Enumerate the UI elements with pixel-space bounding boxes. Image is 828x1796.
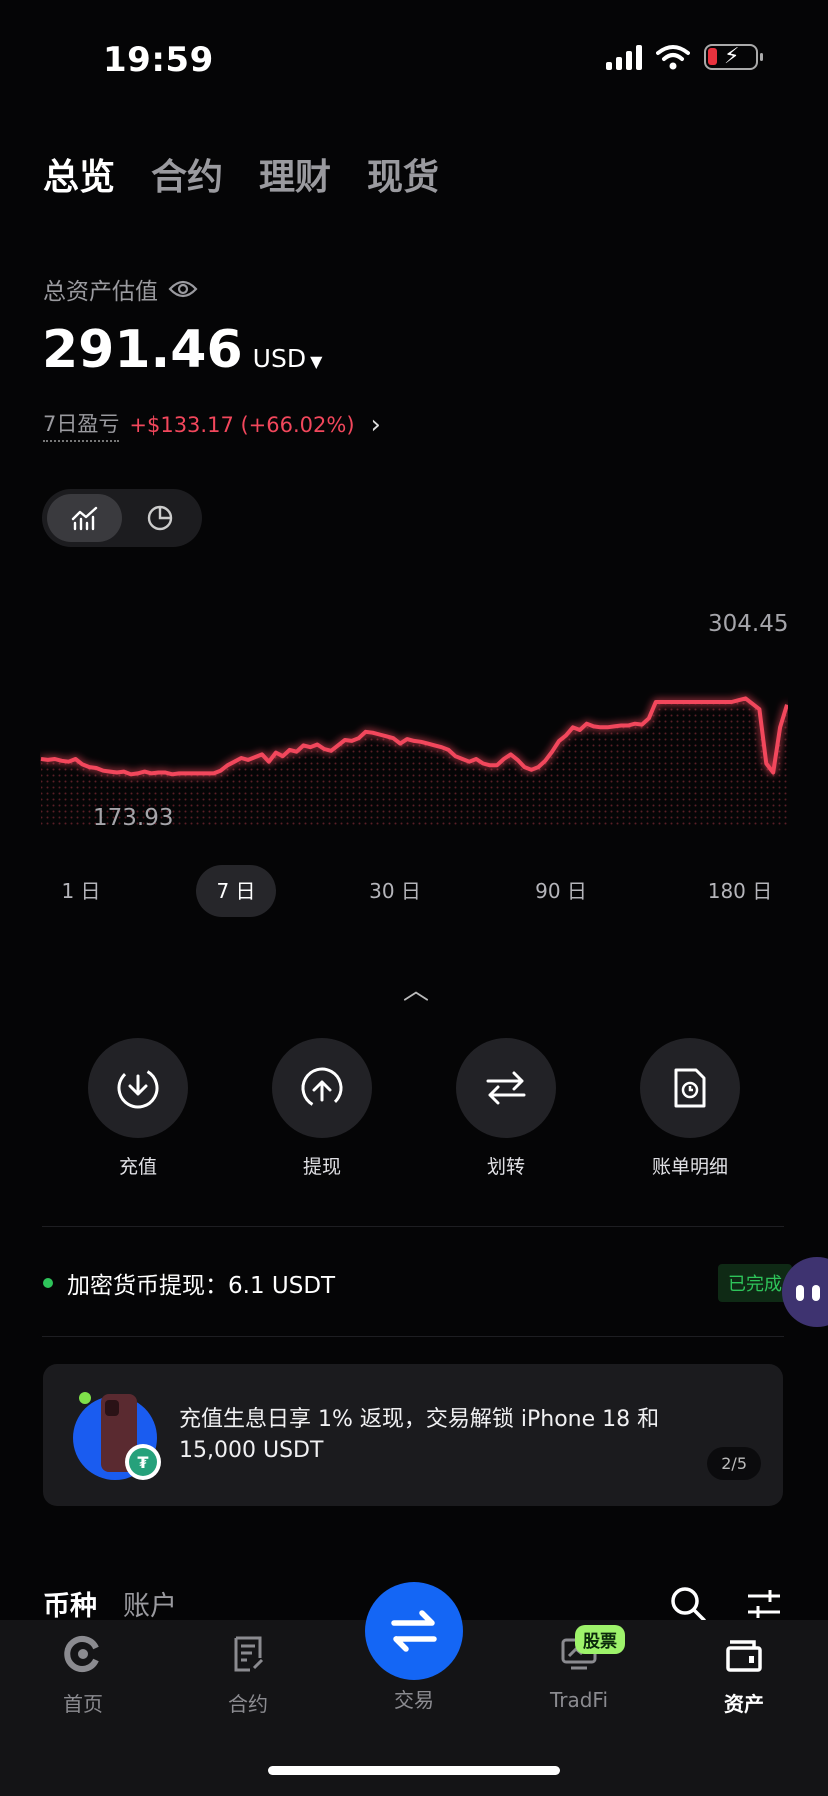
svg-text:₮: ₮ [137,1453,148,1472]
balance-value: 291.46 [42,320,243,380]
tab-coins[interactable]: 币种 [43,1584,97,1623]
withdraw-notice[interactable]: 加密货币提现：6.1 USDT [43,1266,335,1300]
tab-accounts[interactable]: 账户 [123,1584,177,1623]
bill-details-label: 账单明细 [651,1156,728,1178]
nav-home-label: 首页 [63,1692,103,1716]
collapse-chevron-icon[interactable]: ︿ [403,970,429,1007]
promo-banner[interactable]: ₮ 充值生息日享 1% 返现，交易解锁 iPhone 18 和 15,000 U… [43,1364,783,1506]
nav-assets-label: 资产 [724,1692,764,1716]
top-tabs: 总览 合约 理财 现货 [43,148,439,200]
deposit-button[interactable]: 充值 [63,1038,213,1179]
nav-tradfi-label: TradFi [549,1688,609,1712]
line-chart-toggle[interactable] [47,494,122,542]
asset-line-chart [40,696,789,825]
filter-icon[interactable] [746,1586,782,1622]
signal-icon [606,44,642,70]
caret-down-icon: ▼ [310,352,323,371]
transfer-icon [486,1071,526,1105]
notice-text: 加密货币提现：6.1 USDT [67,1273,336,1299]
nav-home[interactable]: 首页 [23,1634,143,1717]
period-7d[interactable]: 7 日 [196,865,276,917]
pnl-value: +$133.17 (+66.02%) [129,413,355,437]
period-selector: 1 日 7 日 30 日 90 日 180 日 [40,865,788,917]
search-icon[interactable] [668,1584,708,1624]
status-time: 19:59 [103,40,214,80]
total-estimate-label-row: 总资产估值 [43,272,198,306]
total-estimate-label: 总资产估值 [43,279,158,305]
promo-image: ₮ [73,1392,161,1480]
period-30d[interactable]: 30 日 [350,865,440,917]
pnl-row[interactable]: 7日盈亏 +$133.17 (+66.02%) › [43,408,381,442]
contract-icon [234,1636,264,1672]
pie-chart-toggle[interactable] [122,494,197,542]
period-180d[interactable]: 180 日 [690,865,790,917]
chart-min-label: 173.93 [93,805,174,831]
battery-icon: ⚡ [704,44,763,70]
currency-label: USD [252,344,307,373]
period-90d[interactable]: 90 日 [516,865,606,917]
trade-button[interactable] [365,1582,463,1680]
bill-icon [674,1068,706,1108]
withdraw-icon [301,1067,343,1109]
eye-icon[interactable] [168,278,198,300]
status-badge: 已完成 [718,1264,792,1302]
home-indicator [268,1766,560,1775]
nav-assets[interactable]: 资产 [684,1634,804,1717]
transfer-label: 划转 [486,1156,525,1178]
pnl-label: 7日盈亏 [43,408,120,442]
pie-chart-icon [147,505,172,531]
tab-spot[interactable]: 现货 [367,148,439,200]
deposit-label: 充值 [118,1156,157,1178]
promo-page-indicator: 2/5 [707,1447,761,1480]
wallet-icon [726,1640,762,1672]
wifi-icon [656,45,690,70]
tab-overview[interactable]: 总览 [43,148,115,200]
period-1d[interactable]: 1 日 [40,865,122,917]
asset-sub-tabs: 币种 账户 [43,1584,177,1623]
status-dot [43,1278,53,1288]
chart-type-toggle [42,489,202,547]
chevron-right-icon: › [370,410,381,440]
nav-contract[interactable]: 合约 [188,1634,308,1717]
withdraw-label: 提现 [302,1156,341,1178]
promo-text: 充值生息日享 1% 返现，交易解锁 iPhone 18 和 15,000 USD… [179,1407,660,1463]
tradfi-badge: 股票 [575,1625,625,1654]
deposit-icon [117,1067,159,1109]
tab-contract[interactable]: 合约 [151,148,223,200]
divider [42,1226,784,1227]
asset-chart[interactable] [40,600,789,840]
trade-icon [391,1610,437,1652]
home-icon [64,1636,99,1672]
nav-contract-label: 合约 [228,1692,268,1716]
nav-trade-label: 交易 [394,1688,434,1712]
quick-actions: 充值 提现 划转 账单明细 [43,1038,785,1178]
balance-row: 291.46 USD ▼ [42,320,322,380]
line-chart-icon [71,506,97,531]
transfer-button[interactable]: 划转 [431,1038,581,1179]
withdraw-button[interactable]: 提现 [247,1038,397,1179]
currency-selector[interactable]: USD ▼ [253,344,323,373]
divider [42,1336,784,1337]
status-icons: ⚡ [606,44,763,70]
bill-details-button[interactable]: 账单明细 [615,1038,765,1179]
tab-earn[interactable]: 理财 [259,148,331,200]
